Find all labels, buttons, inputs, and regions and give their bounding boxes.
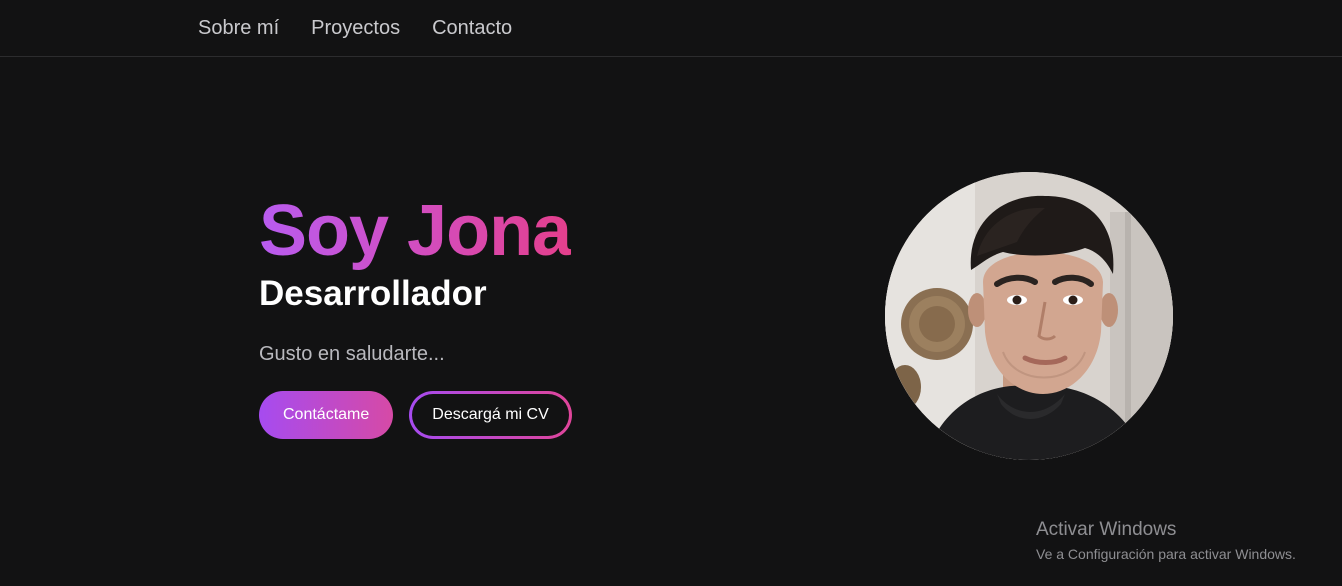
nav-link-contacto[interactable]: Contacto: [432, 2, 512, 54]
nav-link-proyectos[interactable]: Proyectos: [311, 2, 400, 54]
download-cv-label: Descargá mi CV: [412, 394, 569, 436]
profile-photo: [885, 172, 1173, 460]
windows-activation-watermark: Activar Windows Ve a Configuración para …: [1036, 518, 1296, 563]
hero-subtitle: Desarrollador: [259, 274, 487, 313]
watermark-title: Activar Windows: [1036, 519, 1177, 540]
nav-link-sobre-mi[interactable]: Sobre mí: [198, 2, 279, 54]
hero-actions: Contáctame Descargá mi CV: [259, 391, 779, 439]
hero-greeting: Gusto en saludarte...: [259, 343, 445, 365]
profile-photo-illustration: [885, 172, 1173, 460]
hero-title: Soy Jona: [259, 191, 572, 271]
watermark-subtitle: Ve a Configuración para activar Windows.: [1036, 546, 1296, 562]
top-navbar: Sobre mí Proyectos Contacto: [0, 0, 1342, 57]
contact-button[interactable]: Contáctame: [259, 391, 394, 439]
hero-section: Soy Jona Desarrollador Gusto en saludart…: [259, 190, 779, 439]
download-cv-button[interactable]: Descargá mi CV: [409, 391, 572, 439]
